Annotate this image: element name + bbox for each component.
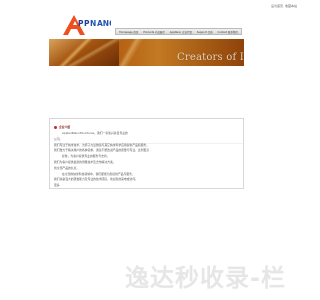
svg-text:N: N	[90, 19, 96, 28]
company-description: AppliedNanoStructures，我们一家新兴并且专业的 公司。 我们…	[54, 131, 243, 188]
nav-products[interactable]: Products 产品展示	[143, 30, 165, 34]
appnano-logo: P P N ANO	[63, 15, 115, 35]
nav-support[interactable]: Support 合商	[197, 30, 213, 34]
section-title: 企业介绍	[54, 125, 70, 129]
banner-text: Creators of Innovative	[177, 52, 244, 63]
set-homepage-link[interactable]: 设为首页	[271, 4, 283, 8]
nav-contact[interactable]: Contact 联系我们	[217, 30, 238, 34]
section-title-text: 企业介绍	[59, 125, 71, 129]
hero-banner: Creators of Innovative	[49, 39, 244, 66]
logo[interactable]: P P N ANO	[59, 11, 115, 39]
svg-text:ANO: ANO	[97, 19, 111, 28]
nav-homepage[interactable]: Homepage 首页	[119, 30, 138, 34]
top-links: 设为首页 收藏本站	[227, 2, 297, 10]
page: 设为首页 收藏本站 P P N ANO Homepage 首页 Products…	[0, 0, 300, 300]
more-link[interactable]: 更多	[54, 183, 243, 188]
nav-appnano[interactable]: AppNano 企业介绍	[170, 30, 192, 34]
main-navigation: Homepage 首页 Products 产品展示 AppNano 企业介绍 S…	[115, 28, 242, 35]
company-info-box: 企业介绍 AppliedNanoStructures，我们一家新兴并且专业的 公…	[49, 118, 244, 189]
red-dot-icon	[54, 125, 57, 129]
watermark: 逸达秒收录-栏	[125, 264, 286, 292]
bookmark-link[interactable]: 收藏本站	[285, 4, 297, 8]
